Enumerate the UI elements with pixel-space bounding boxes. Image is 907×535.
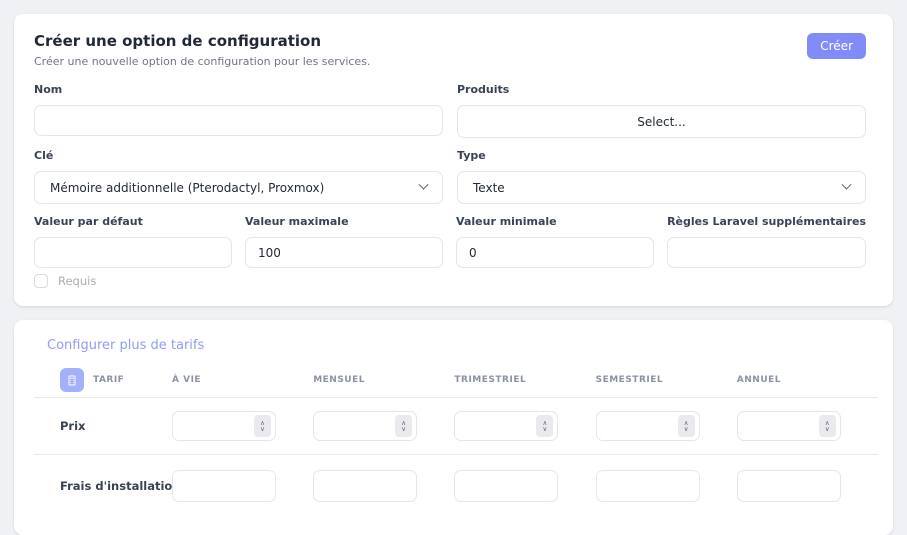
produits-label: Produits — [457, 83, 866, 96]
prix-input-annuel-field[interactable] — [746, 418, 819, 434]
produits-select-value: Select... — [637, 115, 685, 129]
field-regles-laravel: Règles Laravel supplémentaires — [667, 215, 866, 268]
type-label: Type — [457, 149, 866, 162]
valeur-maximale-label: Valeur maximale — [245, 215, 443, 228]
valeur-maximale-input[interactable] — [245, 237, 443, 268]
prix-input-semestriel-field[interactable] — [605, 418, 678, 434]
header-mensuel: MENSUEL — [313, 375, 454, 385]
header-a-vie: À VIE — [172, 375, 313, 385]
frais-input-trimestriel[interactable] — [454, 470, 558, 502]
regles-laravel-label: Règles Laravel supplémentaires — [667, 215, 866, 228]
frais-row: Frais d'installation — [34, 455, 878, 517]
field-valeur-par-defaut: Valeur par défaut — [34, 215, 232, 268]
number-spinner-icon[interactable]: ∧∨ — [536, 415, 553, 437]
number-spinner-icon[interactable]: ∧∨ — [395, 415, 412, 437]
header-semestriel: SEMESTRIEL — [596, 375, 737, 385]
type-select[interactable]: Texte — [457, 171, 866, 204]
requis-checkbox[interactable] — [34, 274, 48, 288]
configure-pricing-link[interactable]: Configurer plus de tarifs — [47, 338, 878, 353]
frais-input-annuel[interactable] — [737, 470, 841, 502]
calculator-icon[interactable] — [60, 368, 84, 392]
field-produits: Produits Select... — [457, 83, 866, 138]
requis-label: Requis — [58, 274, 96, 288]
valeur-par-defaut-label: Valeur par défaut — [34, 215, 232, 228]
prix-input-a-vie-field[interactable] — [181, 418, 254, 434]
frais-input-semestriel[interactable] — [596, 470, 700, 502]
prix-row-label: Prix — [60, 419, 172, 433]
valeur-minimale-label: Valeur minimale — [456, 215, 654, 228]
tarif-header-label: TARIF — [93, 375, 124, 385]
regles-laravel-input[interactable] — [667, 237, 866, 268]
page-subtitle: Créer une nouvelle option de configurati… — [34, 55, 370, 68]
nom-input[interactable] — [34, 105, 443, 136]
create-button[interactable]: Créer — [807, 33, 866, 59]
chevron-down-icon — [419, 180, 429, 190]
frais-row-label: Frais d'installation — [60, 479, 172, 493]
prix-input-annuel[interactable]: ∧∨ — [737, 411, 841, 441]
valeur-minimale-input[interactable] — [456, 237, 654, 268]
prix-input-a-vie[interactable]: ∧∨ — [172, 411, 276, 441]
tarif-header-cell: TARIF — [60, 368, 172, 392]
prix-input-mensuel-field[interactable] — [322, 418, 395, 434]
pricing-table-header: TARIF À VIE MENSUEL TRIMESTRIEL SEMESTRI… — [34, 363, 878, 397]
number-spinner-icon[interactable]: ∧∨ — [254, 415, 271, 437]
cle-select[interactable]: Mémoire additionnelle (Pterodactyl, Prox… — [34, 171, 443, 204]
frais-input-mensuel[interactable] — [313, 470, 417, 502]
prix-input-trimestriel[interactable]: ∧∨ — [454, 411, 558, 441]
number-spinner-icon[interactable]: ∧∨ — [678, 415, 695, 437]
produits-select[interactable]: Select... — [457, 105, 866, 138]
requis-field: Requis — [34, 274, 866, 288]
pricing-card: Configurer plus de tarifs TARIF À VIE ME… — [14, 320, 893, 535]
card-header: Créer une option de configuration Créer … — [34, 30, 866, 83]
prix-input-semestriel[interactable]: ∧∨ — [596, 411, 700, 441]
nom-label: Nom — [34, 83, 443, 96]
field-cle: Clé Mémoire additionnelle (Pterodactyl, … — [34, 149, 443, 204]
field-nom: Nom — [34, 83, 443, 138]
header-trimestriel: TRIMESTRIEL — [454, 375, 595, 385]
chevron-down-icon — [842, 180, 852, 190]
create-option-card: Créer une option de configuration Créer … — [14, 14, 893, 306]
valeur-par-defaut-input[interactable] — [34, 237, 232, 268]
prix-input-trimestriel-field[interactable] — [463, 418, 536, 434]
prix-row: Prix ∧∨ ∧∨ ∧∨ ∧∨ ∧∨ — [34, 398, 878, 454]
field-valeur-minimale: Valeur minimale — [456, 215, 654, 268]
field-valeur-maximale: Valeur maximale — [245, 215, 443, 268]
frais-input-a-vie[interactable] — [172, 470, 276, 502]
cle-label: Clé — [34, 149, 443, 162]
number-spinner-icon[interactable]: ∧∨ — [819, 415, 836, 437]
field-type: Type Texte — [457, 149, 866, 204]
page-title: Créer une option de configuration — [34, 32, 370, 50]
type-select-value: Texte — [473, 181, 505, 195]
card-header-text: Créer une option de configuration Créer … — [34, 30, 370, 83]
cle-select-value: Mémoire additionnelle (Pterodactyl, Prox… — [50, 181, 324, 195]
header-annuel: ANNUEL — [737, 375, 878, 385]
prix-input-mensuel[interactable]: ∧∨ — [313, 411, 417, 441]
